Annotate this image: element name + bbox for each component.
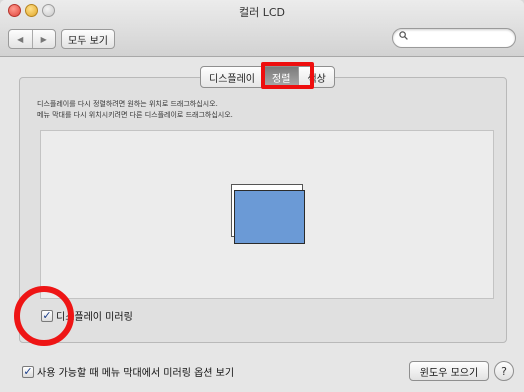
- title-bar: 컬러 LCD ◀ ▶ 모두 보기: [0, 0, 524, 57]
- show-all-button[interactable]: 모두 보기: [61, 29, 115, 49]
- instruction-line-1: 디스플레이를 다시 정렬하려면 원하는 위치로 드래그하십시오.: [37, 100, 218, 108]
- search-field[interactable]: [392, 28, 516, 48]
- forward-arrow-icon[interactable]: ▶: [31, 30, 56, 48]
- back-forward-control: ◀ ▶: [8, 29, 56, 49]
- instruction-line-2: 메뉴 막대를 다시 위치시키려면 다른 디스플레이로 드래그하십시오.: [37, 111, 233, 119]
- help-button[interactable]: ?: [494, 361, 514, 381]
- search-icon: [399, 31, 408, 43]
- window-title: 컬러 LCD: [238, 6, 286, 19]
- tab-display[interactable]: 디스플레이: [201, 67, 263, 87]
- highlight-mirror-checkbox: [14, 286, 74, 346]
- highlight-arrangement-tab: [261, 62, 314, 89]
- gather-windows-button[interactable]: 윈도우 모으기: [409, 361, 489, 381]
- show-mirroring-in-menubar-option[interactable]: ✓ 사용 가능할 때 메뉴 막대에서 미러링 옵션 보기: [22, 364, 234, 379]
- back-arrow-icon[interactable]: ◀: [9, 30, 32, 48]
- show-mirroring-in-menubar-label: 사용 가능할 때 메뉴 막대에서 미러링 옵션 보기: [37, 368, 235, 379]
- display-icon[interactable]: [234, 190, 305, 244]
- show-mirroring-in-menubar-checkbox[interactable]: ✓: [22, 365, 34, 378]
- preferences-window: 컬러 LCD ◀ ▶ 모두 보기 디스플레이 정렬 색상 디스플레이를 다시 정…: [0, 0, 524, 392]
- search-input[interactable]: [411, 30, 511, 46]
